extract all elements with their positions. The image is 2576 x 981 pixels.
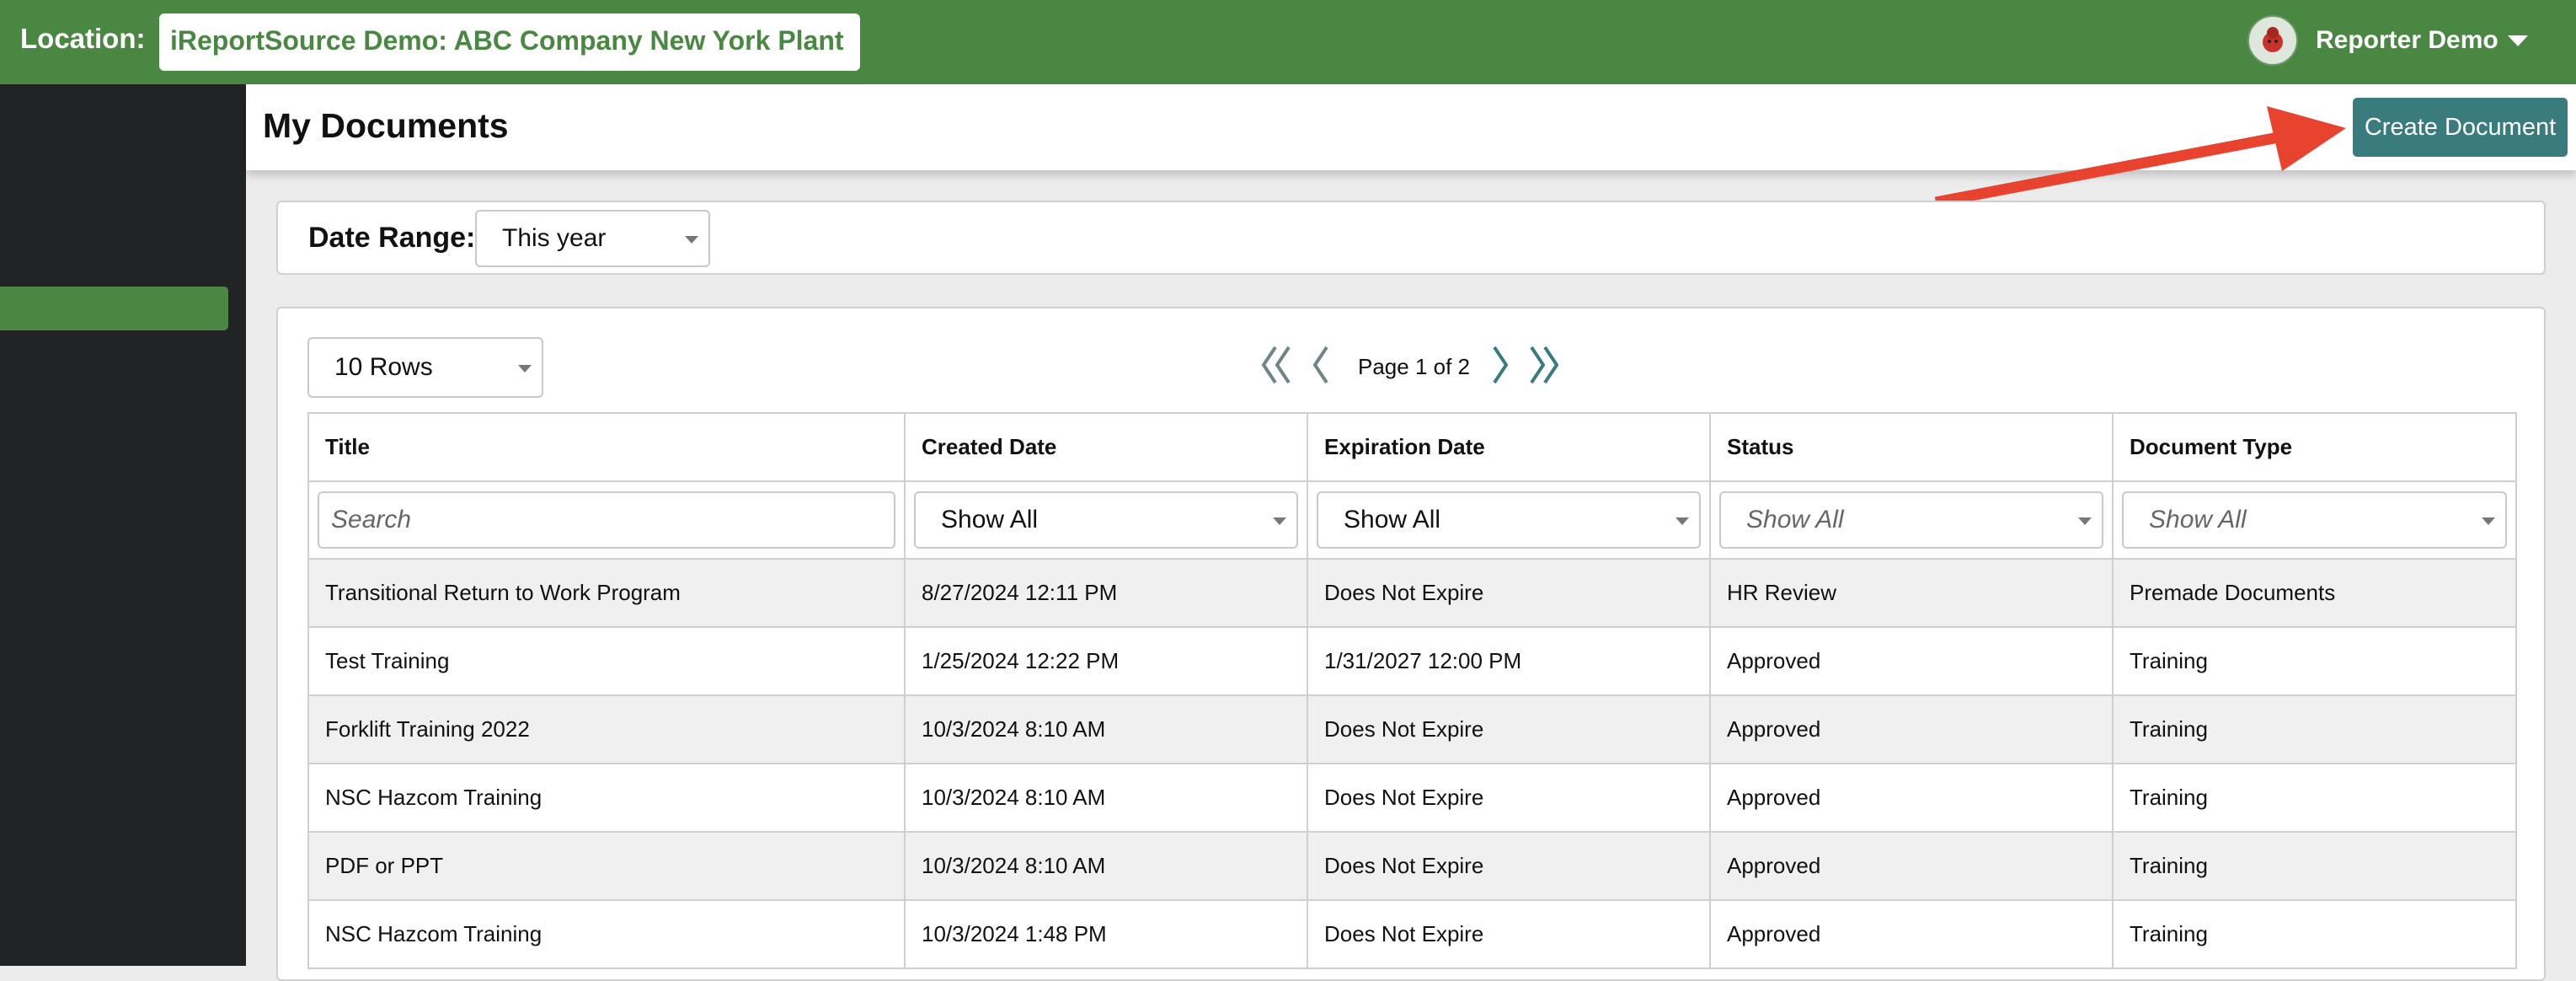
- documents-table: Title Created Date Expiration Date Statu…: [307, 412, 2517, 969]
- created-filter-cell: Show All: [904, 480, 1308, 560]
- cell-created-date: 10/3/2024 8:10 AM: [904, 694, 1308, 764]
- cell-document-type: Training: [2112, 831, 2517, 901]
- status-filter-cell: Show All: [1709, 480, 2114, 560]
- expiration-date-filter-value: Show All: [1344, 506, 1441, 533]
- chevron-down-icon: [1273, 517, 1286, 525]
- cell-created-date: 8/27/2024 12:11 PM: [904, 558, 1308, 628]
- cell-document-type: Training: [2112, 694, 2517, 764]
- page-info: Page 1 of 2: [1358, 354, 1470, 379]
- cell-expiration-date: Does Not Expire: [1307, 694, 1711, 764]
- sidebar: [0, 84, 246, 966]
- chevron-down-icon: [685, 236, 698, 244]
- status-filter-value: Show All: [1746, 506, 1844, 533]
- cell-document-type: Training: [2112, 763, 2517, 833]
- cell-title[interactable]: Test Training: [307, 626, 906, 696]
- location-selector[interactable]: iReportSource Demo: ABC Company New York…: [159, 13, 860, 71]
- column-header-expiration-date[interactable]: Expiration Date: [1307, 412, 1711, 482]
- create-document-button[interactable]: Create Document: [2353, 98, 2568, 157]
- cell-expiration-date: Does Not Expire: [1307, 558, 1711, 628]
- cell-document-type: Premade Documents: [2112, 558, 2517, 628]
- cell-title[interactable]: Forklift Training 2022: [307, 694, 906, 764]
- column-header-status[interactable]: Status: [1709, 412, 2114, 482]
- chevron-down-icon: [2482, 517, 2495, 525]
- table-row[interactable]: NSC Hazcom Training 10/3/2024 1:48 PM Do…: [307, 899, 2517, 969]
- user-menu-name[interactable]: Reporter Demo: [2316, 26, 2499, 55]
- document-type-filter-select[interactable]: Show All: [2122, 491, 2507, 549]
- table-row[interactable]: PDF or PPT 10/3/2024 8:10 AM Does Not Ex…: [307, 831, 2517, 901]
- created-date-filter-select[interactable]: Show All: [914, 491, 1298, 549]
- cell-title[interactable]: NSC Hazcom Training: [307, 763, 906, 833]
- chevron-down-icon: [1675, 517, 1689, 525]
- cell-created-date: 1/25/2024 12:22 PM: [904, 626, 1308, 696]
- location-label: Location:: [20, 23, 146, 54]
- expiration-date-filter-select[interactable]: Show All: [1317, 491, 1701, 549]
- created-date-filter-value: Show All: [941, 506, 1039, 533]
- cell-status: Approved: [1709, 831, 2114, 901]
- rows-per-page-value: 10 Rows: [334, 353, 433, 381]
- cell-title[interactable]: NSC Hazcom Training: [307, 899, 906, 969]
- title-filter-cell: [307, 480, 906, 560]
- table-row[interactable]: NSC Hazcom Training 10/3/2024 8:10 AM Do…: [307, 763, 2517, 833]
- cell-created-date: 10/3/2024 8:10 AM: [904, 763, 1308, 833]
- cell-created-date: 10/3/2024 8:10 AM: [904, 831, 1308, 901]
- prev-page-icon[interactable]: [1308, 344, 1333, 386]
- date-range-select[interactable]: This year: [475, 210, 710, 267]
- column-header-created-date[interactable]: Created Date: [904, 412, 1308, 482]
- cell-title[interactable]: PDF or PPT: [307, 831, 906, 901]
- chevron-down-icon: [2078, 517, 2092, 525]
- table-row[interactable]: Test Training 1/25/2024 12:22 PM 1/31/20…: [307, 626, 2517, 696]
- cell-title[interactable]: Transitional Return to Work Program: [307, 558, 906, 628]
- table-row[interactable]: Forklift Training 2022 10/3/2024 8:10 AM…: [307, 694, 2517, 764]
- cell-status: Approved: [1709, 694, 2114, 764]
- cell-expiration-date: Does Not Expire: [1307, 763, 1711, 833]
- chevron-down-icon[interactable]: [2508, 35, 2528, 46]
- last-page-icon[interactable]: [1525, 344, 1562, 386]
- cell-document-type: Training: [2112, 899, 2517, 969]
- cell-created-date: 10/3/2024 1:48 PM: [904, 899, 1308, 969]
- status-filter-select[interactable]: Show All: [1719, 491, 2103, 549]
- cell-expiration-date: Does Not Expire: [1307, 899, 1711, 969]
- expiration-filter-cell: Show All: [1307, 480, 1711, 560]
- first-page-icon[interactable]: [1259, 344, 1296, 386]
- column-header-document-type[interactable]: Document Type: [2112, 412, 2517, 482]
- column-header-title[interactable]: Title: [307, 412, 906, 482]
- document-type-filter-value: Show All: [2149, 506, 2247, 533]
- cell-expiration-date: Does Not Expire: [1307, 831, 1711, 901]
- cell-document-type: Training: [2112, 626, 2517, 696]
- rows-per-page-select[interactable]: 10 Rows: [307, 337, 543, 398]
- next-page-icon[interactable]: [1488, 344, 1513, 386]
- date-range-label: Date Range:: [308, 222, 476, 254]
- date-range-value: This year: [502, 224, 607, 252]
- title-search-input[interactable]: [318, 491, 895, 549]
- table-row[interactable]: Transitional Return to Work Program 8/27…: [307, 558, 2517, 628]
- cell-status: Approved: [1709, 899, 2114, 969]
- cell-status: Approved: [1709, 763, 2114, 833]
- sidebar-item-active[interactable]: [0, 287, 228, 330]
- cell-status: Approved: [1709, 626, 2114, 696]
- cell-status: HR Review: [1709, 558, 2114, 628]
- user-avatar-icon[interactable]: [2247, 15, 2298, 66]
- chevron-down-icon: [518, 365, 532, 373]
- cell-expiration-date: 1/31/2027 12:00 PM: [1307, 626, 1711, 696]
- type-filter-cell: Show All: [2112, 480, 2517, 560]
- page-title: My Documents: [263, 106, 509, 145]
